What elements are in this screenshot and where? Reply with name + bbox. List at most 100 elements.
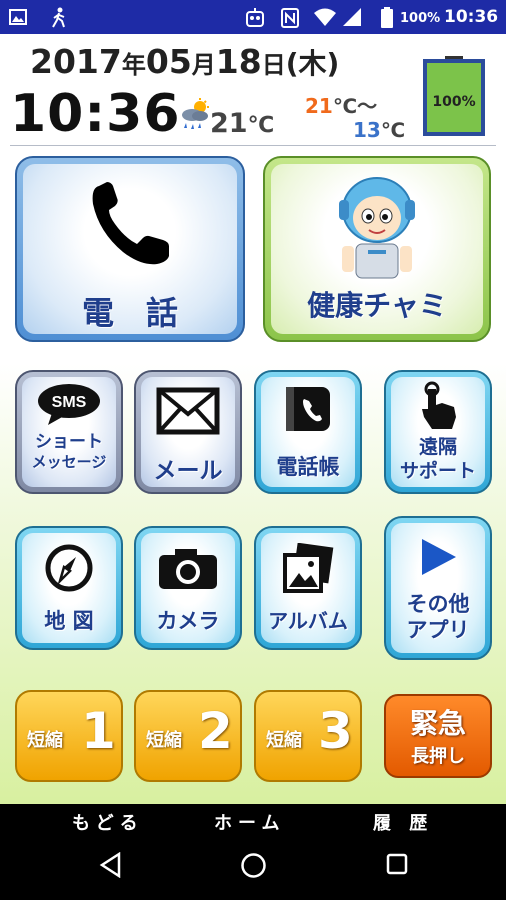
image-icon	[9, 9, 27, 25]
album-button-face: アルバム	[261, 533, 355, 643]
shortcut-1-button[interactable]: 短縮 1	[15, 690, 123, 782]
other-apps-line2: アプリ	[406, 618, 470, 642]
high-temperature: 21℃～	[305, 90, 377, 119]
mail-label: メール	[153, 458, 223, 484]
current-temp-value: 21	[210, 108, 248, 139]
shortcut-2-number: 2	[198, 702, 233, 760]
map-button-face: 地 図	[22, 533, 116, 643]
remote-support-line1: 遠隔	[418, 436, 457, 458]
home-soft-button[interactable]: ホーム	[214, 809, 285, 835]
date-weekday: (木)	[285, 47, 340, 80]
date-day-unit: 日	[261, 51, 286, 79]
mail-button-face: メール	[141, 377, 235, 487]
health-chami-button[interactable]: 健康チャミ	[263, 156, 491, 342]
date-month-unit: 月	[191, 51, 216, 79]
emergency-line1: 緊急	[409, 707, 466, 740]
date-month: 05	[145, 42, 192, 81]
shortcut-3-number: 3	[318, 702, 353, 760]
shortcut-1-number: 1	[81, 702, 116, 760]
remote-support-button[interactable]: 遠隔 サポート	[384, 370, 492, 494]
recents-square-icon[interactable]	[385, 852, 409, 876]
map-button[interactable]: 地 図	[15, 526, 123, 650]
touch-hand-icon	[422, 381, 456, 429]
other-apps-line1: その他	[406, 592, 470, 616]
nfc-icon	[281, 8, 299, 28]
health-chami-label: 健康チャミ	[307, 289, 447, 322]
sms-label-line2: メッセージ	[31, 453, 107, 471]
phonebook-label: 電話帳	[276, 455, 340, 479]
phone-label: 電 話	[81, 294, 178, 332]
date-year: 2017	[30, 42, 122, 81]
walking-person-icon	[52, 7, 65, 28]
camera-label: カメラ	[156, 609, 220, 633]
time-display: 10:36	[10, 84, 181, 144]
date-day: 18	[215, 42, 262, 81]
robot-face-icon	[246, 8, 264, 27]
health-chami-face: 健康チャミ	[271, 164, 483, 334]
remote-support-face: 遠隔 サポート	[391, 377, 485, 487]
shortcut-3-button[interactable]: 短縮 3	[254, 690, 362, 782]
phonebook-button-face: 電話帳	[261, 377, 355, 487]
shortcut-2-button[interactable]: 短縮 2	[134, 690, 242, 782]
phone-button-face: 電 話	[23, 164, 237, 334]
other-apps-label: その他 アプリ	[391, 591, 485, 643]
date-year-unit: 年	[121, 51, 146, 79]
back-soft-button[interactable]: もどる	[72, 809, 144, 835]
mail-button[interactable]: メール	[134, 370, 242, 494]
sms-badge-text: SMS	[52, 394, 87, 411]
current-temperature: 21℃	[210, 108, 274, 139]
cell-signal-icon	[343, 8, 361, 26]
shortcut-2-prefix: 短縮	[146, 730, 182, 751]
header-divider	[10, 145, 496, 146]
camera-button[interactable]: カメラ	[134, 526, 242, 650]
status-clock: 10:36	[444, 7, 499, 27]
sms-button[interactable]: SMS ショート メッセージ	[15, 370, 123, 494]
map-label: 地 図	[44, 609, 94, 633]
history-soft-button[interactable]: 履 歴	[373, 809, 433, 835]
camera-icon	[159, 549, 217, 589]
high-temp-unit: ℃～	[332, 94, 378, 118]
remote-support-label: 遠隔 サポート	[391, 435, 485, 483]
home-screen: 2017年05月18日(木) 10:36 21℃ 21℃～ 13℃ 100% 電…	[0, 34, 506, 804]
sms-label-line1: ショート	[35, 432, 103, 452]
remote-support-line2: サポート	[399, 460, 476, 482]
battery-widget: 100%	[423, 56, 485, 136]
emergency-button[interactable]: 緊急 長押し	[384, 694, 492, 778]
phone-handset-icon	[92, 182, 169, 265]
battery-percent: 100%	[400, 11, 441, 26]
system-nav-bar	[0, 838, 506, 900]
other-apps-face: その他 アプリ	[391, 523, 485, 653]
date-display: 2017年05月18日(木)	[30, 42, 339, 82]
sms-button-face: SMS ショート メッセージ	[22, 377, 116, 487]
app-soft-nav: もどる ホーム 履 歴	[0, 804, 506, 838]
low-temp-unit: ℃	[380, 118, 406, 142]
phonebook-icon	[286, 387, 330, 431]
sms-label: ショート メッセージ	[22, 432, 116, 472]
low-temp-value: 13	[353, 118, 381, 142]
photos-icon	[283, 543, 334, 593]
envelope-icon	[156, 387, 220, 435]
other-apps-button[interactable]: その他 アプリ	[384, 516, 492, 660]
battery-icon	[381, 7, 393, 28]
phone-button[interactable]: 電 話	[15, 156, 245, 342]
compass-icon	[45, 544, 93, 592]
wifi-icon	[314, 8, 336, 26]
play-triangle-icon	[422, 539, 456, 575]
high-temp-value: 21	[305, 94, 333, 118]
phonebook-button[interactable]: 電話帳	[254, 370, 362, 494]
shortcut-3-prefix: 短縮	[266, 730, 302, 751]
back-triangle-icon[interactable]	[99, 852, 123, 878]
robot-character-icon	[339, 177, 415, 279]
battery-widget-text: 100%	[432, 94, 476, 110]
emergency-line2: 長押し	[411, 746, 465, 767]
album-label: アルバム	[268, 609, 348, 633]
current-temp-unit: ℃	[247, 113, 275, 138]
status-bar: 100% 10:36	[0, 0, 506, 34]
home-circle-icon[interactable]	[240, 852, 267, 879]
camera-button-face: カメラ	[141, 533, 235, 643]
sms-bubble-icon: SMS	[38, 384, 100, 425]
album-button[interactable]: アルバム	[254, 526, 362, 650]
cloudy-sun-rain-icon	[182, 98, 209, 129]
low-temperature: 13℃	[353, 118, 405, 142]
shortcut-1-prefix: 短縮	[27, 730, 63, 751]
